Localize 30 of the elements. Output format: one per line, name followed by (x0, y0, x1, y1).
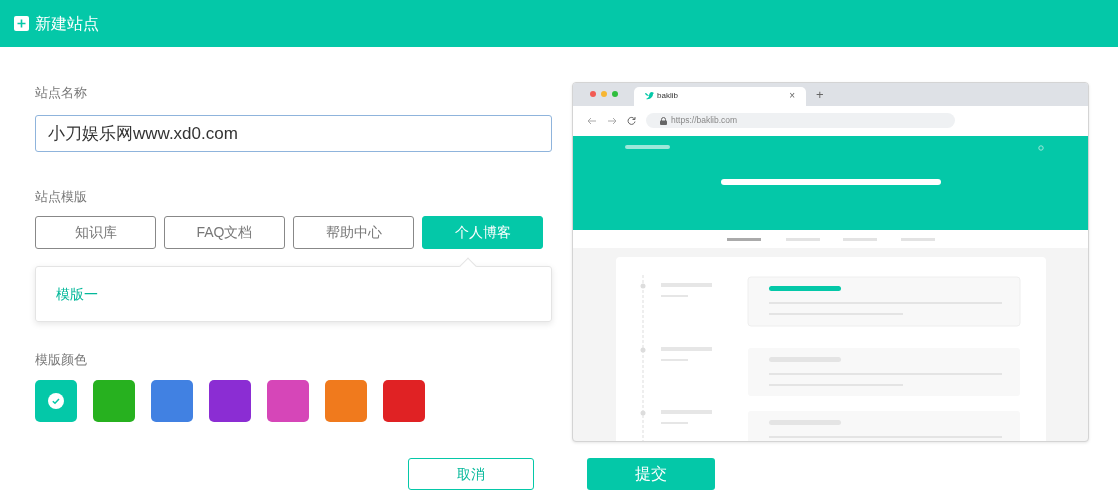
close-button[interactable]: × (789, 91, 795, 102)
template-option[interactable]: 模版一 (56, 286, 98, 302)
color-swatch[interactable] (325, 380, 367, 422)
color-swatch[interactable] (209, 380, 251, 422)
color-swatch[interactable] (93, 380, 135, 422)
field-label: 站点名称 (35, 84, 87, 102)
back-icon[interactable] (587, 116, 597, 125)
color-swatch[interactable] (267, 380, 309, 422)
address-bar[interactable]: https://baklib.com (646, 113, 955, 129)
site-name-field[interactable]: 小刀娱乐网www.xd0.com (35, 115, 552, 152)
header-title: 新建站点 (35, 13, 99, 34)
color-swatch[interactable] (35, 380, 77, 422)
browser-tab[interactable]: baklib × (634, 86, 806, 106)
plus-icon (14, 16, 29, 31)
template-tab[interactable]: FAQ文档 (164, 216, 285, 249)
template-tab[interactable]: 帮助中心 (293, 216, 414, 249)
lock-icon (660, 116, 667, 125)
color-swatch[interactable] (151, 380, 193, 422)
bird-icon (645, 92, 654, 101)
template-tab[interactable]: 知识库 (35, 216, 156, 249)
url-text: https://baklib.com (671, 114, 738, 128)
new-tab-button[interactable]: + (816, 87, 824, 101)
reload-icon[interactable] (627, 116, 636, 126)
forward-icon[interactable] (607, 116, 617, 125)
cancel-button[interactable]: 取消 (408, 458, 534, 490)
tab-title: baklib (657, 90, 678, 103)
check-icon (48, 393, 64, 409)
color-swatch[interactable] (383, 380, 425, 422)
field-label: 站点模版 (35, 188, 87, 206)
field-label: 模版颜色 (35, 351, 87, 369)
